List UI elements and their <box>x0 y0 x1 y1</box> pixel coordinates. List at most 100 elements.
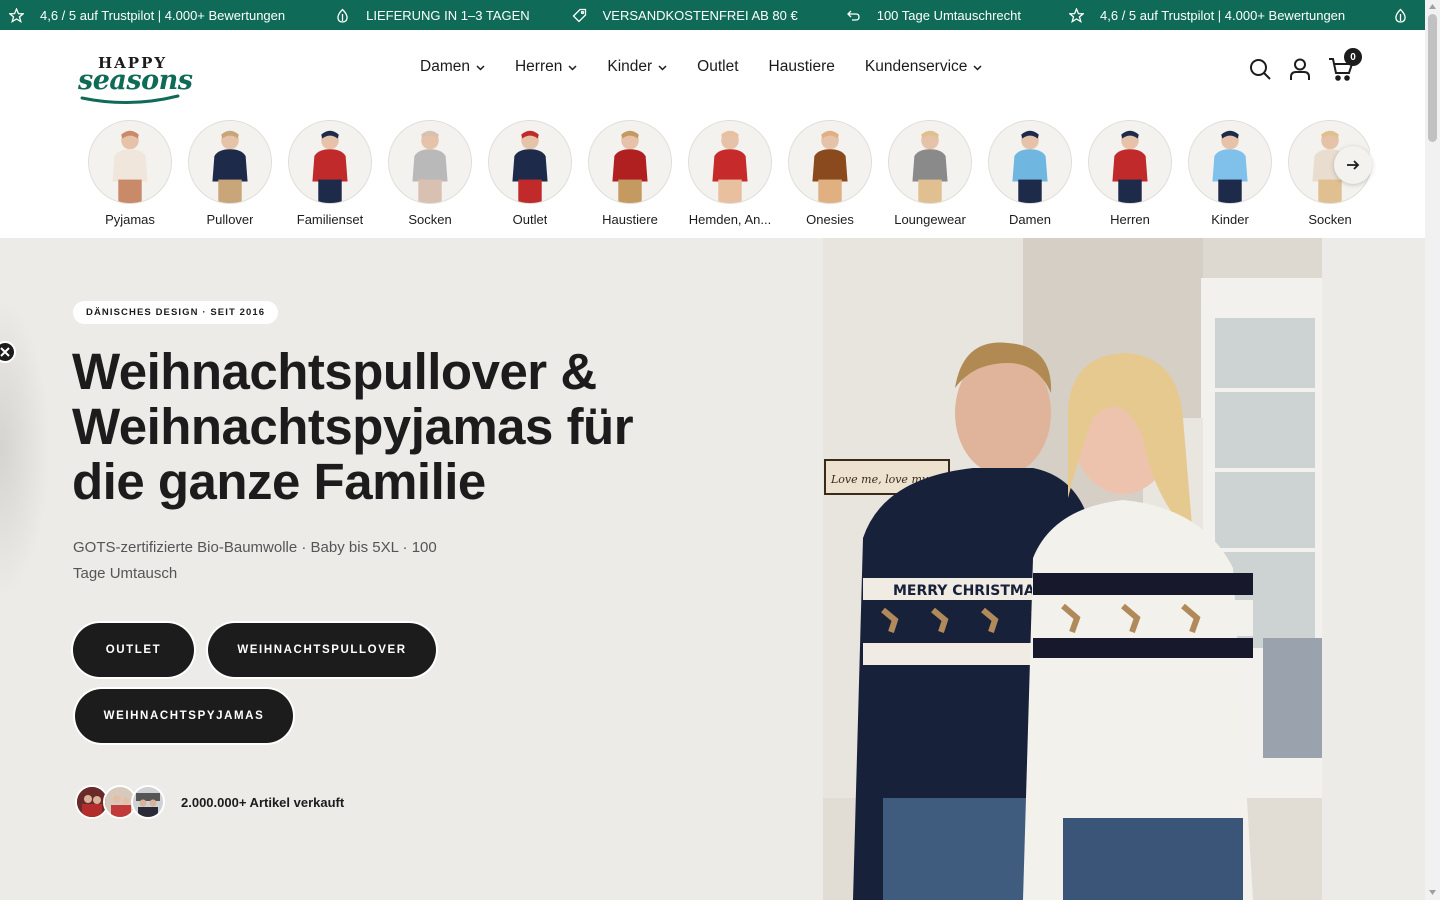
category-image <box>388 120 472 204</box>
scrollbar-thumb[interactable] <box>1428 14 1437 142</box>
close-icon <box>0 347 10 357</box>
social-proof: 2.000.000+ Artikel verkauft <box>75 785 344 819</box>
nav-item-label: Haustiere <box>768 58 835 75</box>
customer-avatar <box>131 785 165 819</box>
category-item[interactable]: Pyjamas <box>80 120 180 232</box>
outlet-button[interactable]: OUTLET <box>73 623 194 677</box>
announcement-text: LIEFERUNG IN 1–3 TAGEN <box>366 7 530 23</box>
category-figure <box>1012 130 1048 203</box>
logo-seasons-text: seasons <box>78 65 193 96</box>
category-figure <box>912 130 948 203</box>
chevron-down-icon <box>658 65 667 71</box>
category-figure <box>612 130 648 203</box>
return-icon <box>846 10 860 21</box>
hero-image: Love me, love my cat MERRY CHRISTMAS <box>823 238 1322 900</box>
category-item[interactable]: Outlet <box>480 120 580 232</box>
arrow-right-icon <box>1347 160 1360 170</box>
nav-item-herren[interactable]: Herren <box>515 58 577 76</box>
category-label: Onesies <box>806 212 854 227</box>
nav-item-haustiere[interactable]: Haustiere <box>769 58 835 76</box>
header-icons: 0 <box>1248 48 1362 82</box>
scroll-up-arrow-icon[interactable] <box>1428 2 1437 12</box>
nav-item-kinder[interactable]: Kinder <box>607 58 667 76</box>
category-figure <box>312 130 348 203</box>
category-label: Kinder <box>1211 212 1249 227</box>
category-label: Pullover <box>206 212 254 227</box>
announcement-text: VERSANDKOSTENFREI AB 80 € <box>602 7 798 23</box>
category-label: Pyjamas <box>105 212 155 227</box>
nav-item-label: Kinder <box>607 58 653 75</box>
category-item[interactable]: Familienset <box>280 120 380 232</box>
search-icon[interactable] <box>1248 57 1272 81</box>
leaf-icon <box>337 8 348 23</box>
announcement-text: 4,6 / 5 auf Trustpilot | 4.000+ Bewertun… <box>1100 7 1346 23</box>
category-image <box>988 120 1072 204</box>
nav-item-label: Damen <box>420 58 470 75</box>
account-icon[interactable] <box>1288 57 1312 81</box>
category-item[interactable]: Hemden, An... <box>680 120 780 232</box>
christmas-pyjamas-button[interactable]: WEIHNACHTSPYJAMAS <box>75 689 293 743</box>
christmas-sweaters-button[interactable]: WEIHNACHTSPULLOVER <box>208 623 436 677</box>
category-image <box>1088 120 1172 204</box>
sweater-text: MERRY CHRISTMAS <box>893 583 1045 599</box>
category-label: Familienset <box>296 212 364 227</box>
logo[interactable]: HAPPY seasons <box>78 54 193 106</box>
category-item[interactable]: Socken <box>380 120 480 232</box>
category-figure <box>712 130 748 203</box>
nav-item-kundenservice[interactable]: Kundenservice <box>865 58 983 76</box>
hero-title: Weihnachtspullover & Weihnachtspyjamas f… <box>72 343 634 510</box>
category-image <box>588 120 672 204</box>
chevron-down-icon <box>568 65 577 71</box>
category-item[interactable]: Haustiere <box>580 120 680 232</box>
chevron-down-icon <box>476 65 485 71</box>
category-figure <box>1112 130 1148 203</box>
category-item[interactable]: Damen <box>980 120 1080 232</box>
announcement-item: 4,6 / 5 auf Trustpilot | 4.000+ Bewertun… <box>1069 0 1345 30</box>
star-icon <box>1069 7 1085 23</box>
announcement-item: 4,6 / 5 auf Trustpilot | 4.000+ Bewertun… <box>9 0 285 30</box>
announcement-item: 100 Tage Umtauschrecht <box>846 0 1021 30</box>
category-label: Hemden, An... <box>688 212 772 227</box>
announcement-item: LIEFERUNG IN 1–3 TAGEN <box>335 0 530 30</box>
category-image <box>488 120 572 204</box>
carousel-next-button[interactable] <box>1334 146 1372 184</box>
category-item[interactable]: Loungewear <box>880 120 980 232</box>
nav-item-outlet[interactable]: Outlet <box>697 58 738 76</box>
hero-section: DÄNISCHES DESIGN · SEIT 2016 Weihnachtsp… <box>0 238 1425 900</box>
nav-item-label: Outlet <box>697 58 739 75</box>
announcement-item: VERSANDKOSTENFREI AB 80 € <box>572 0 798 30</box>
category-figure <box>1212 130 1248 203</box>
category-label: Herren <box>1110 212 1150 227</box>
category-figure <box>812 130 848 203</box>
category-item[interactable]: Pullover <box>180 120 280 232</box>
scroll-down-arrow-icon[interactable] <box>1428 887 1437 897</box>
category-label: Damen <box>1009 212 1051 227</box>
category-item[interactable]: Kinder <box>1180 120 1280 232</box>
category-item[interactable]: Onesies <box>780 120 880 232</box>
category-figure <box>412 130 448 203</box>
leaf-icon <box>1395 8 1406 23</box>
cart-button[interactable]: 0 <box>1328 48 1362 82</box>
hero-badge: DÄNISCHES DESIGN · SEIT 2016 <box>73 301 279 324</box>
announcement-item: LIEFERUNG IN 1–3 TAGEN <box>1393 0 1425 30</box>
page-scrollbar[interactable] <box>1425 0 1440 900</box>
category-label: Loungewear <box>894 212 966 227</box>
hero-subtitle: GOTS-zertifizierte Bio-Baumwolle · Baby … <box>73 539 437 582</box>
category-image <box>288 120 372 204</box>
nav-item-label: Herren <box>514 58 563 75</box>
site-header: HAPPY seasons Damen Herren Kinder Outlet Hau… <box>0 30 1425 238</box>
logo-swoosh <box>80 94 180 104</box>
category-image <box>188 120 272 204</box>
category-item[interactable]: Herren <box>1080 120 1180 232</box>
category-figure <box>212 130 248 203</box>
category-image <box>888 120 972 204</box>
chevron-down-icon <box>973 65 982 71</box>
category-label: Haustiere <box>602 212 658 227</box>
category-carousel: Pyjamas Pullover Familienset Socken Outlet Ha… <box>80 120 1370 232</box>
announcement-track: 4,6 / 5 auf Trustpilot | 4.000+ Bewertun… <box>0 0 1425 30</box>
couple-photo: Love me, love my cat MERRY CHRISTMAS <box>823 238 1322 900</box>
announcement-bar: 4,6 / 5 auf Trustpilot | 4.000+ Bewertun… <box>0 0 1425 30</box>
nav-item-damen[interactable]: Damen <box>420 58 485 76</box>
items-sold-text: 2.000.000+ Artikel verkauft <box>181 794 345 810</box>
category-image <box>688 120 772 204</box>
